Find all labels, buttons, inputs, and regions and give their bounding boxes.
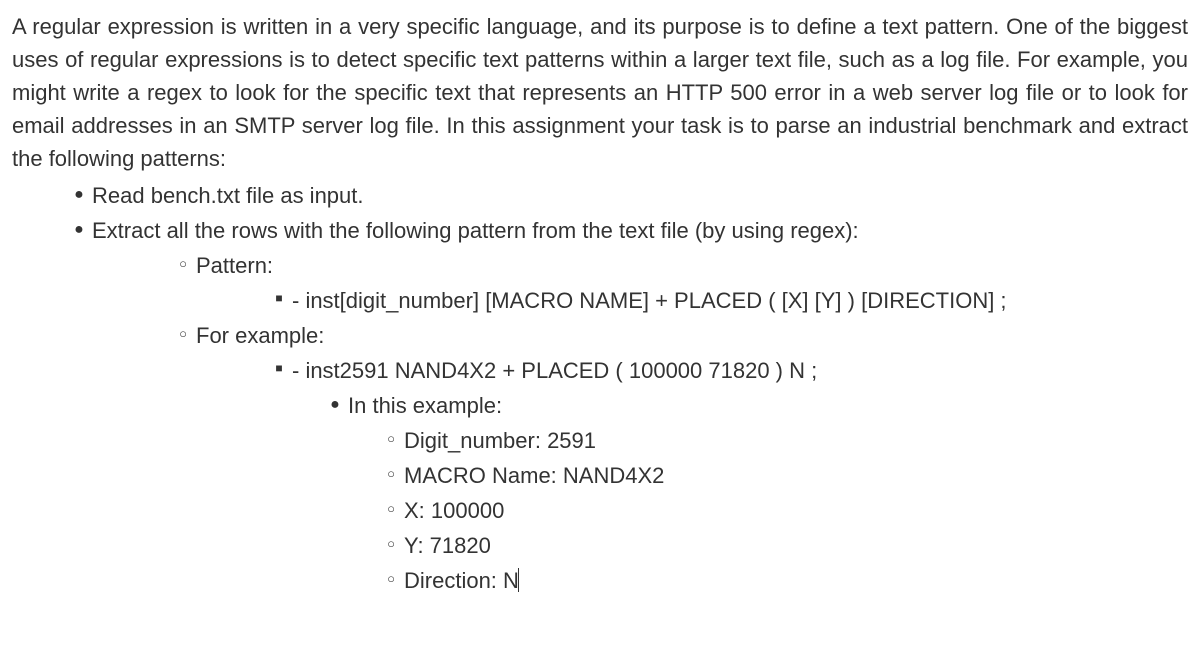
- list-text: Digit_number: 2591: [404, 424, 1188, 457]
- list-item: ● In this example:: [12, 389, 1188, 422]
- direction-text: Direction: N: [404, 568, 519, 593]
- bullet-circle-icon: ○: [378, 534, 404, 554]
- bullet-disc-icon: ●: [66, 183, 92, 207]
- bullet-square-icon: ■: [266, 289, 292, 307]
- list-text: For example:: [196, 319, 1188, 352]
- list-item: ○ X: 100000: [12, 494, 1188, 527]
- list-item: ○ Digit_number: 2591: [12, 424, 1188, 457]
- list-item: ○ Y: 71820: [12, 529, 1188, 562]
- list-item: ○ Pattern:: [12, 249, 1188, 282]
- list-text: Extract all the rows with the following …: [92, 214, 1188, 247]
- list-item: ○ MACRO Name: NAND4X2: [12, 459, 1188, 492]
- list-item: ● Read bench.txt file as input.: [12, 179, 1188, 212]
- intro-paragraph: A regular expression is written in a ver…: [12, 10, 1188, 175]
- bullet-disc-icon: ●: [322, 393, 348, 417]
- bullet-circle-icon: ○: [170, 324, 196, 344]
- bullet-circle-icon: ○: [378, 464, 404, 484]
- list-text: Pattern:: [196, 249, 1188, 282]
- list-item: ○ Direction: N: [12, 564, 1188, 597]
- list-text: - inst[digit_number] [MACRO NAME] + PLAC…: [292, 284, 1188, 317]
- list-text: Direction: N: [404, 564, 1188, 597]
- bullet-circle-icon: ○: [378, 429, 404, 449]
- list-text: Y: 71820: [404, 529, 1188, 562]
- list-text: MACRO Name: NAND4X2: [404, 459, 1188, 492]
- list-text: X: 100000: [404, 494, 1188, 527]
- list-text: Read bench.txt file as input.: [92, 179, 1188, 212]
- bullet-disc-icon: ●: [66, 218, 92, 242]
- list-text: - inst2591 NAND4X2 + PLACED ( 100000 718…: [292, 354, 1188, 387]
- text-cursor-icon: [518, 568, 519, 592]
- list-text: In this example:: [348, 389, 1188, 422]
- bullet-square-icon: ■: [266, 359, 292, 377]
- bullet-circle-icon: ○: [378, 499, 404, 519]
- bullet-circle-icon: ○: [170, 254, 196, 274]
- list-item: ■ - inst[digit_number] [MACRO NAME] + PL…: [12, 284, 1188, 317]
- list-item: ● Extract all the rows with the followin…: [12, 214, 1188, 247]
- bullet-circle-icon: ○: [378, 569, 404, 589]
- list-item: ■ - inst2591 NAND4X2 + PLACED ( 100000 7…: [12, 354, 1188, 387]
- list-item: ○ For example:: [12, 319, 1188, 352]
